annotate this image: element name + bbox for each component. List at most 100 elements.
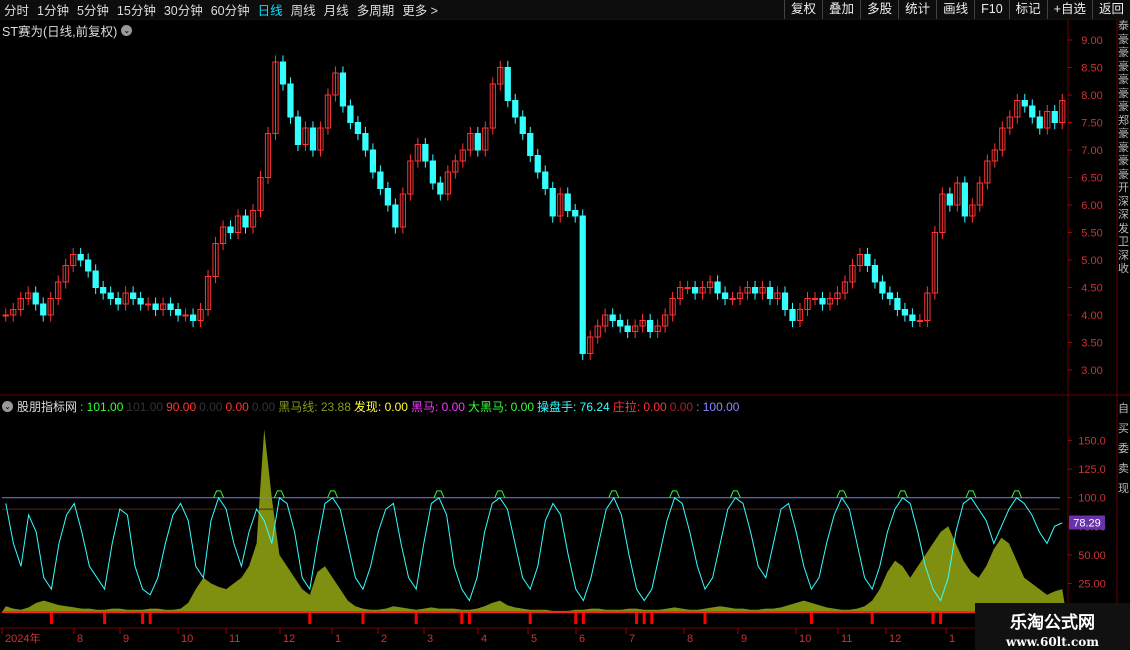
signal-bar (581, 612, 585, 624)
toolbar-button[interactable]: 叠加 (822, 0, 860, 19)
period-tab[interactable]: 日线 (254, 0, 287, 19)
period-tab[interactable]: 月线 (320, 0, 353, 19)
candle (766, 287, 774, 299)
watermark: 乐淘公式网 www.60lt.com (975, 603, 1130, 650)
signal-bar (809, 612, 813, 624)
toolbar-button[interactable]: 多股 (860, 0, 898, 19)
candle (100, 287, 107, 294)
side-panel-labels-bottom: 自买委卖现 (1118, 403, 1129, 495)
indicator-value: 大黑马: 0.00 (467, 400, 534, 414)
toolbar-button[interactable]: 复权 (784, 0, 822, 19)
indicator-legend: ⌄ 股朋指标网 : 101.00 101.00 90.00 0.00 0.00 0.00 黑… (2, 398, 742, 415)
indicator-value: 90.00 (166, 399, 197, 414)
signal-cap (608, 490, 620, 498)
indicator-tick-label: 150.0 (1078, 436, 1106, 448)
signal-bar (49, 612, 53, 624)
toolbar-button[interactable]: 返回 (1091, 0, 1130, 19)
candle (144, 303, 152, 306)
candle (1029, 105, 1036, 118)
blackhorse-area (2, 429, 1066, 612)
signal-cap (213, 490, 225, 498)
price-tick-label: 4.50 (1081, 283, 1102, 295)
signal-bar (642, 612, 646, 624)
price-tick-label: 6.00 (1081, 200, 1102, 212)
candle (879, 281, 886, 294)
toolbar-button[interactable]: F10 (974, 0, 1009, 19)
date-label: 10 (799, 633, 811, 645)
candle (684, 287, 691, 289)
candle (909, 314, 916, 321)
candle (1051, 111, 1058, 123)
candle (40, 303, 47, 316)
price-tick-label: 6.50 (1081, 173, 1102, 185)
candle (691, 287, 699, 294)
period-tab[interactable]: 60分钟 (207, 0, 254, 19)
candle (549, 188, 556, 217)
period-tab[interactable]: 1分钟 (33, 0, 73, 19)
candle (339, 72, 347, 107)
candle (130, 292, 137, 299)
candle (961, 182, 968, 217)
candle (85, 259, 92, 272)
chevron-down-icon[interactable]: ⌄ (121, 25, 133, 36)
period-toolbar: 分时 1分钟 5分钟 15分钟 30分钟 60分钟 日线 周线 月线 多周期 更多 > 复权 叠加 多股… (0, 0, 1130, 20)
chevron-down-icon[interactable]: ⌄ (2, 401, 13, 412)
candle (77, 254, 84, 261)
candle (1036, 116, 1043, 129)
toolbar-button[interactable]: 统计 (898, 0, 936, 19)
date-label: 12 (889, 633, 901, 645)
candle (714, 281, 721, 294)
date-label: 11 (229, 633, 240, 645)
signal-bar (414, 612, 418, 624)
candle (729, 298, 736, 300)
side-panel-labels: 泰豪豪豪豪豪豪郑豪豪豪豪开深深发卫深收 (1118, 20, 1129, 275)
signal-bar (467, 612, 471, 624)
stock-chart[interactable]: 9.00 8.50 8.00 7.50 7.00 6.50 6.00 5.50 5.00 4.50… (0, 0, 1130, 650)
date-label: 6 (579, 633, 585, 645)
candle (107, 292, 114, 299)
candle (519, 116, 526, 134)
period-tab[interactable]: 更多 > (398, 0, 442, 19)
period-tab[interactable]: 分时 (0, 0, 33, 19)
candle (32, 292, 39, 305)
price-tick-label: 7.50 (1081, 118, 1102, 130)
price-tick-label: 3.50 (1081, 338, 1102, 350)
candle (2, 314, 9, 317)
candle (504, 67, 511, 101)
candle (609, 314, 616, 321)
price-tick-label: 7.00 (1081, 145, 1102, 157)
price-tick-label: 3.00 (1081, 365, 1102, 377)
candle (354, 122, 362, 134)
period-tab[interactable]: 5分钟 (73, 0, 113, 19)
signal-bar (574, 612, 578, 624)
toolbar-button[interactable]: 画线 (936, 0, 974, 19)
price-tick-label: 8.50 (1081, 63, 1102, 75)
toolbar-actions: 复权 叠加 多股 统计 画线 F10 标记 +自选 返回 (784, 0, 1130, 19)
period-tab[interactable]: 多周期 (353, 0, 399, 19)
candle (152, 303, 159, 310)
period-tab[interactable]: 15分钟 (113, 0, 160, 19)
period-tab[interactable]: 周线 (287, 0, 320, 19)
indicator-value: 黑马: 0.00 (410, 400, 465, 414)
toolbar-button[interactable]: 标记 (1008, 0, 1047, 19)
date-label: 10 (181, 633, 193, 645)
candle (579, 215, 586, 354)
period-tab[interactable]: 30分钟 (160, 0, 207, 19)
signal-bar (650, 612, 654, 624)
candle (781, 292, 789, 310)
date-label: 11 (841, 633, 852, 645)
price-tick-label: 5.50 (1081, 228, 1102, 240)
candle (309, 127, 317, 151)
indicator-value: 0.00 (251, 399, 276, 414)
period-tabs: 分时 1分钟 5分钟 15分钟 30分钟 60分钟 日线 周线 月线 多周期 更多 > (0, 0, 442, 19)
indicator-name[interactable]: 股朋指标网 (17, 398, 77, 415)
indicator-value: 黑马线: 23.88 (278, 400, 351, 414)
date-label: 8 (77, 633, 83, 645)
candle (392, 204, 399, 228)
candle (871, 265, 879, 283)
indicator-value: 0.00 (199, 399, 223, 414)
toolbar-button[interactable]: +自选 (1046, 0, 1092, 19)
signal-bar (870, 612, 874, 624)
indicator-value: 发现: 0.00 (353, 400, 408, 414)
candle (227, 226, 234, 233)
